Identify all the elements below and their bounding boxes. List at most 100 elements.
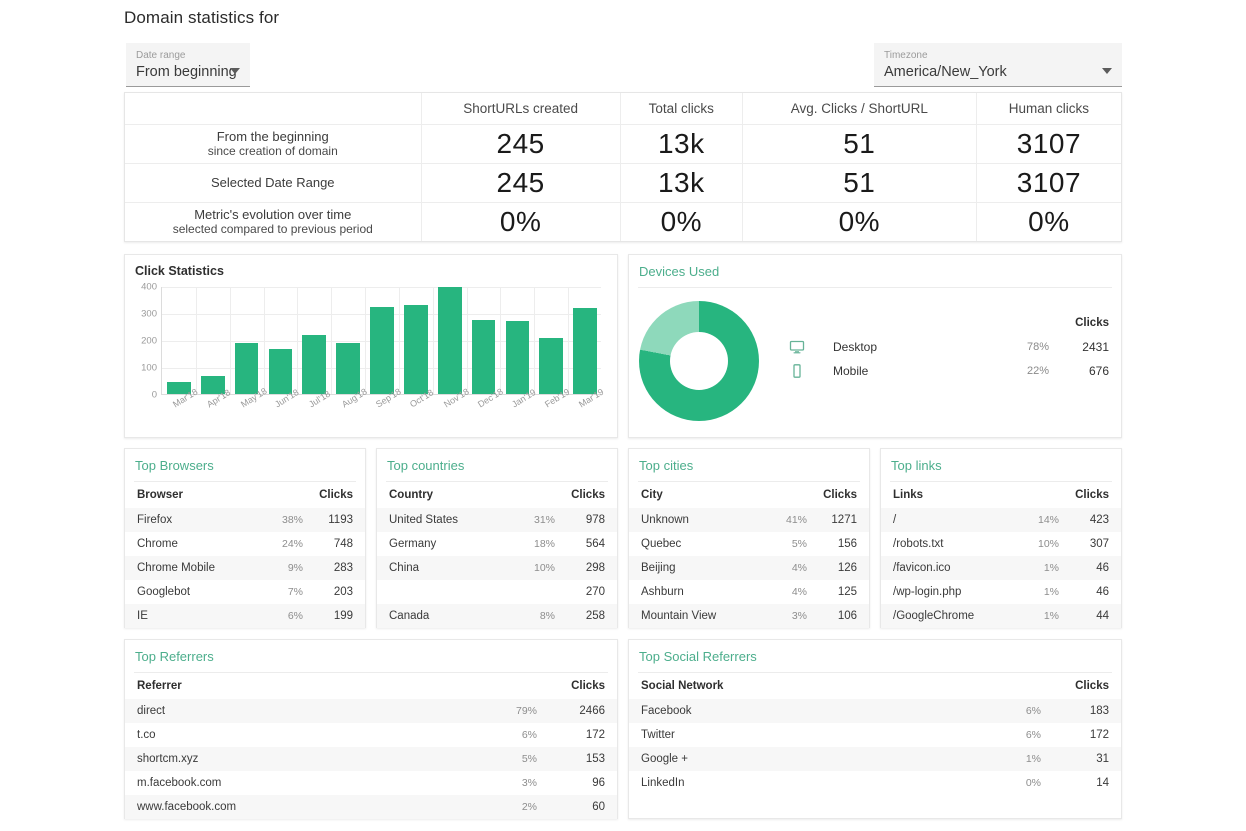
chart-bar[interactable] [336,343,360,394]
cell-name: /favicon.ico [893,562,951,574]
table-body: Facebook 6% 183 Twitter 6% 172 Google + 1% 31 Lin… [629,699,1121,795]
column-header-percent [499,482,555,508]
cell-percent: 41% [785,514,807,526]
table-row[interactable]: / 14% 423 [881,508,1121,532]
summary-header-row: ShortURLs created Total clicks Avg. Clic… [125,93,1121,125]
column-header-clicks: Clicks [571,680,605,692]
table-row[interactable]: Quebec 5% 156 [629,532,869,556]
table-row[interactable]: shortcm.xyz 5% 153 [125,747,617,771]
chart-y-tick-label: 300 [141,308,157,320]
top-social-referrers-title: Top Social Referrers [639,649,757,664]
summary-value-total-clicks: 0% [620,202,743,241]
cell-clicks: 96 [592,777,605,789]
table-row[interactable]: direct 79% 2466 [125,699,617,723]
table-row[interactable]: www.facebook.com 2% 60 [125,795,617,819]
chart-bar[interactable] [234,343,259,394]
table-row[interactable]: Google + 1% 31 [629,747,1121,771]
summary-row-evolution: Metric's evolution over time selected co… [125,202,1121,241]
cell-percent: 3% [791,610,807,622]
table-row[interactable]: Mountain View 3% 106 [629,604,869,628]
table-row[interactable]: 270 [377,580,617,604]
devices-used-card: Devices Used Clicks Desktop 78% 2431 Mob… [628,254,1122,438]
summary-row-label: From the beginning since creation of dom… [125,124,422,164]
chevron-down-icon[interactable] [230,68,240,74]
mobile-icon [789,363,805,379]
column-header-clicks: Clicks [1075,680,1109,692]
table-row[interactable]: United States 31% 978 [377,508,617,532]
top-browsers-title: Top Browsers [135,458,214,473]
table-header-row: Country Clicks [377,482,617,508]
cell-clicks: 153 [585,753,605,765]
click-statistics-card: Click Statistics 0 100 200 300 400 Mar'18 Apr… [124,254,618,438]
table-row[interactable]: Unknown 41% 1271 [629,508,869,532]
table-row[interactable]: Googlebot 7% 203 [125,580,365,604]
cell-percent: 10% [533,562,555,574]
table-row[interactable]: Chrome Mobile 9% 283 [125,556,365,580]
table-row[interactable]: LinkedIn 0% 14 [629,771,1121,795]
cell-clicks: 258 [585,610,605,622]
table-row[interactable]: /wp-login.php 1% 46 [881,580,1121,604]
table-row[interactable]: m.facebook.com 3% 96 [125,771,617,795]
top-browsers-card: Top Browsers Browser Clicks Firefox 38% 1193… [124,448,366,628]
summary-value-total-clicks: 13k [620,124,743,164]
chart-bar[interactable] [505,320,530,394]
top-referrers-card: Top Referrers Referrer Clicks direct 79% 246… [124,639,618,819]
chart-bar[interactable] [471,320,496,394]
table-row[interactable]: Twitter 6% 172 [629,723,1121,747]
table-row[interactable]: /robots.txt 10% 307 [881,532,1121,556]
table-row[interactable]: /GoogleChrome 1% 44 [881,604,1121,628]
cell-percent: 8% [539,610,555,622]
devices-used-title: Devices Used [639,264,720,279]
summary-value-shorturls: 0% [421,202,621,241]
chart-bar[interactable] [370,306,394,394]
summary-value-human-clicks: 0% [1028,205,1070,237]
table-row[interactable]: Ashburn 4% 125 [629,580,869,604]
cell-percent: 9% [287,562,303,574]
summary-table-body: From the beginning since creation of dom… [125,124,1121,241]
table-row[interactable]: IE 6% 199 [125,604,365,628]
device-row-desktop: Desktop 78% 2431 [789,337,1109,361]
chart-y-tick-label: 200 [141,335,157,347]
date-range-selector[interactable]: Date range From beginning [126,43,250,87]
cell-name: Mountain View [641,610,717,622]
summary-row-label: Selected Date Range [125,163,422,203]
cell-clicks: 2466 [579,705,605,717]
device-name: Desktop [833,340,878,354]
cell-name: United States [389,514,459,526]
table-row[interactable]: Canada 8% 258 [377,604,617,628]
table-header-row: Browser Clicks [125,482,365,508]
table-row[interactable]: Firefox 38% 1193 [125,508,365,532]
cell-name: t.co [137,729,156,741]
table-row[interactable]: China 10% 298 [377,556,617,580]
top-browsers-table: Browser Clicks Firefox 38% 1193 Chrome 24% 748 C… [125,482,365,628]
table-row[interactable]: /favicon.ico 1% 46 [881,556,1121,580]
device-clicks: 2431 [1082,340,1109,354]
summary-row-from-beginning: From the beginning since creation of dom… [125,124,1121,164]
chart-bar[interactable] [437,287,462,394]
table-row[interactable]: Facebook 6% 183 [629,699,1121,723]
cell-clicks: 183 [1089,705,1109,717]
table-row[interactable]: Germany 18% 564 [377,532,617,556]
chart-bar[interactable] [302,334,327,394]
devices-legend: Clicks Desktop 78% 2431 Mobile 22% 676 [789,317,1109,385]
chart-bar[interactable] [573,307,597,394]
chart-bar[interactable] [268,349,293,394]
table-header-row: Social Network Clicks [629,673,1121,699]
cell-percent: 1% [1043,562,1059,574]
cell-percent: 79% [515,705,537,717]
device-clicks: 676 [1088,364,1109,378]
table-row[interactable]: Chrome 24% 748 [125,532,365,556]
chart-vertical-gridline [331,287,333,394]
chart-bar[interactable] [404,305,428,394]
top-referrers-table: Referrer Clicks direct 79% 2466 t.co 6% 172 shor… [125,673,617,819]
cell-percent: 6% [287,610,303,622]
table-row[interactable]: t.co 6% 172 [125,723,617,747]
device-percent: 78% [1026,341,1049,353]
top-referrers-title: Top Referrers [135,649,214,664]
device-percent: 22% [1026,365,1049,377]
top-cities-table: City Clicks Unknown 41% 1271 Quebec 5% 156 Beiji… [629,482,869,628]
table-row[interactable]: Beijing 4% 126 [629,556,869,580]
timezone-selector[interactable]: Timezone America/New_York [874,43,1122,87]
chevron-down-icon[interactable] [1102,68,1112,74]
chart-bar[interactable] [539,337,564,394]
